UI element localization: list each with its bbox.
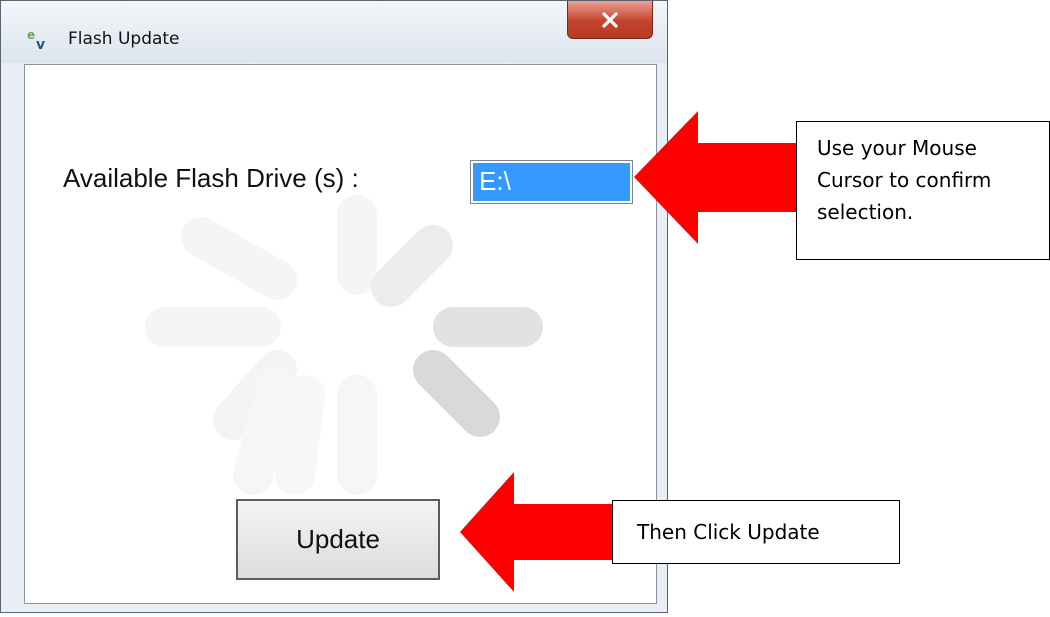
svg-text:v: v (36, 37, 45, 50)
drive-item-selected[interactable]: E:\ (473, 163, 630, 201)
update-button[interactable]: Update (236, 499, 440, 580)
svg-text:e: e (27, 28, 35, 42)
arrow-left-icon (634, 111, 802, 244)
title-bar[interactable]: e v Flash Update (1, 1, 667, 63)
annotation-select-drive: Use your Mouse Cursor to confirm selecti… (796, 121, 1050, 260)
drive-listbox[interactable]: E:\ (470, 160, 633, 204)
annotation-click-update: Then Click Update (612, 500, 900, 564)
close-button[interactable] (567, 1, 653, 39)
ev-app-icon: e v (27, 28, 45, 50)
drive-label: Available Flash Drive (s) : (63, 163, 359, 193)
close-icon (602, 11, 618, 28)
arrow-left-icon (460, 472, 618, 592)
window-title: Flash Update (68, 29, 180, 49)
